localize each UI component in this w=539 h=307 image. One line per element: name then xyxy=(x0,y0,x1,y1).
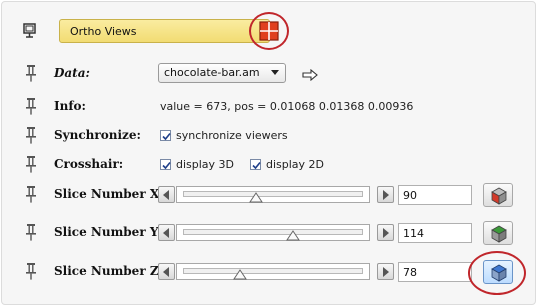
info-value: value = 673, pos = 0.01068 0.01368 0.009… xyxy=(160,100,414,113)
module-title-text: Ortho Views xyxy=(70,25,137,38)
pin-icon[interactable] xyxy=(24,126,38,144)
slider-groove xyxy=(183,229,363,235)
slice-x-increment-button[interactable] xyxy=(377,186,394,203)
chevron-down-icon xyxy=(271,70,279,75)
synchronize-checkbox-label: synchronize viewers xyxy=(176,129,288,142)
module-icon[interactable] xyxy=(22,22,36,40)
crosshair-label: Crosshair: xyxy=(54,157,124,171)
data-select[interactable]: chocolate-bar.am xyxy=(158,63,286,83)
pin-icon[interactable] xyxy=(24,185,38,203)
slice-x-view-button[interactable] xyxy=(483,183,513,207)
slice-z-decrement-button[interactable] xyxy=(158,263,175,280)
slice-x-slider[interactable] xyxy=(176,186,370,203)
display-2d-checkbox[interactable] xyxy=(250,159,261,170)
synchronize-label: Synchronize: xyxy=(54,128,141,142)
slice-y-increment-button[interactable] xyxy=(377,224,394,241)
slice-y-input[interactable]: 114 xyxy=(398,223,472,243)
triangle-left-icon xyxy=(163,228,169,238)
cube-red-icon xyxy=(491,187,507,205)
triangle-right-icon xyxy=(383,267,389,277)
display-2d-label: display 2D xyxy=(266,158,325,171)
synchronize-row: Synchronize: synchronize viewers xyxy=(2,123,537,149)
crosshair-row: Crosshair: display 3D display 2D xyxy=(2,152,537,178)
grid-layout-icon xyxy=(259,21,279,41)
triangle-right-icon xyxy=(383,190,389,200)
grid-layout-button[interactable] xyxy=(255,17,283,45)
info-label: Info: xyxy=(54,99,86,113)
slice-x-decrement-button[interactable] xyxy=(158,186,175,203)
arrow-right-icon[interactable] xyxy=(302,66,318,85)
synchronize-checkbox[interactable] xyxy=(160,130,171,141)
pin-icon[interactable] xyxy=(24,97,38,115)
info-row: Info: value = 673, pos = 0.01068 0.01368… xyxy=(2,94,537,120)
ortho-views-panel: Ortho Views Data: chocolate-bar.am Info:… xyxy=(1,1,536,305)
slice-y-view-button[interactable] xyxy=(483,221,513,245)
module-title[interactable]: Ortho Views xyxy=(59,19,270,43)
slider-thumb[interactable] xyxy=(233,269,247,280)
slice-y-label: Slice Number Y: xyxy=(54,225,162,239)
pin-icon[interactable] xyxy=(24,223,38,241)
slider-thumb[interactable] xyxy=(249,192,263,203)
data-row: Data: chocolate-bar.am xyxy=(2,61,537,87)
slice-x-row: Slice Number X: 90 xyxy=(2,182,537,208)
check-icon xyxy=(162,161,171,170)
triangle-left-icon xyxy=(163,190,169,200)
display-3d-checkbox[interactable] xyxy=(160,159,171,170)
data-select-value: chocolate-bar.am xyxy=(164,66,260,79)
slice-z-input[interactable]: 78 xyxy=(398,262,472,282)
pin-icon[interactable] xyxy=(24,155,38,173)
slice-x-label: Slice Number X: xyxy=(54,187,164,201)
data-label: Data: xyxy=(54,66,90,80)
slice-y-row: Slice Number Y: 114 xyxy=(2,220,537,246)
slice-y-decrement-button[interactable] xyxy=(158,224,175,241)
slice-z-row: Slice Number Z: 78 xyxy=(2,259,537,285)
slider-groove xyxy=(183,268,363,274)
slice-z-increment-button[interactable] xyxy=(377,263,394,280)
check-icon xyxy=(252,161,261,170)
slice-y-slider[interactable] xyxy=(176,224,370,241)
slice-x-input[interactable]: 90 xyxy=(398,185,472,205)
cube-green-icon xyxy=(491,225,507,243)
pin-icon[interactable] xyxy=(24,262,38,280)
triangle-right-icon xyxy=(383,228,389,238)
highlight-ring xyxy=(468,251,526,295)
triangle-left-icon xyxy=(163,267,169,277)
slider-thumb[interactable] xyxy=(286,230,300,241)
pin-icon[interactable] xyxy=(24,64,38,82)
slice-z-label: Slice Number Z: xyxy=(54,264,164,278)
display-3d-label: display 3D xyxy=(176,158,235,171)
slice-z-slider[interactable] xyxy=(176,263,370,280)
check-icon xyxy=(162,132,171,141)
slider-groove xyxy=(183,191,363,197)
